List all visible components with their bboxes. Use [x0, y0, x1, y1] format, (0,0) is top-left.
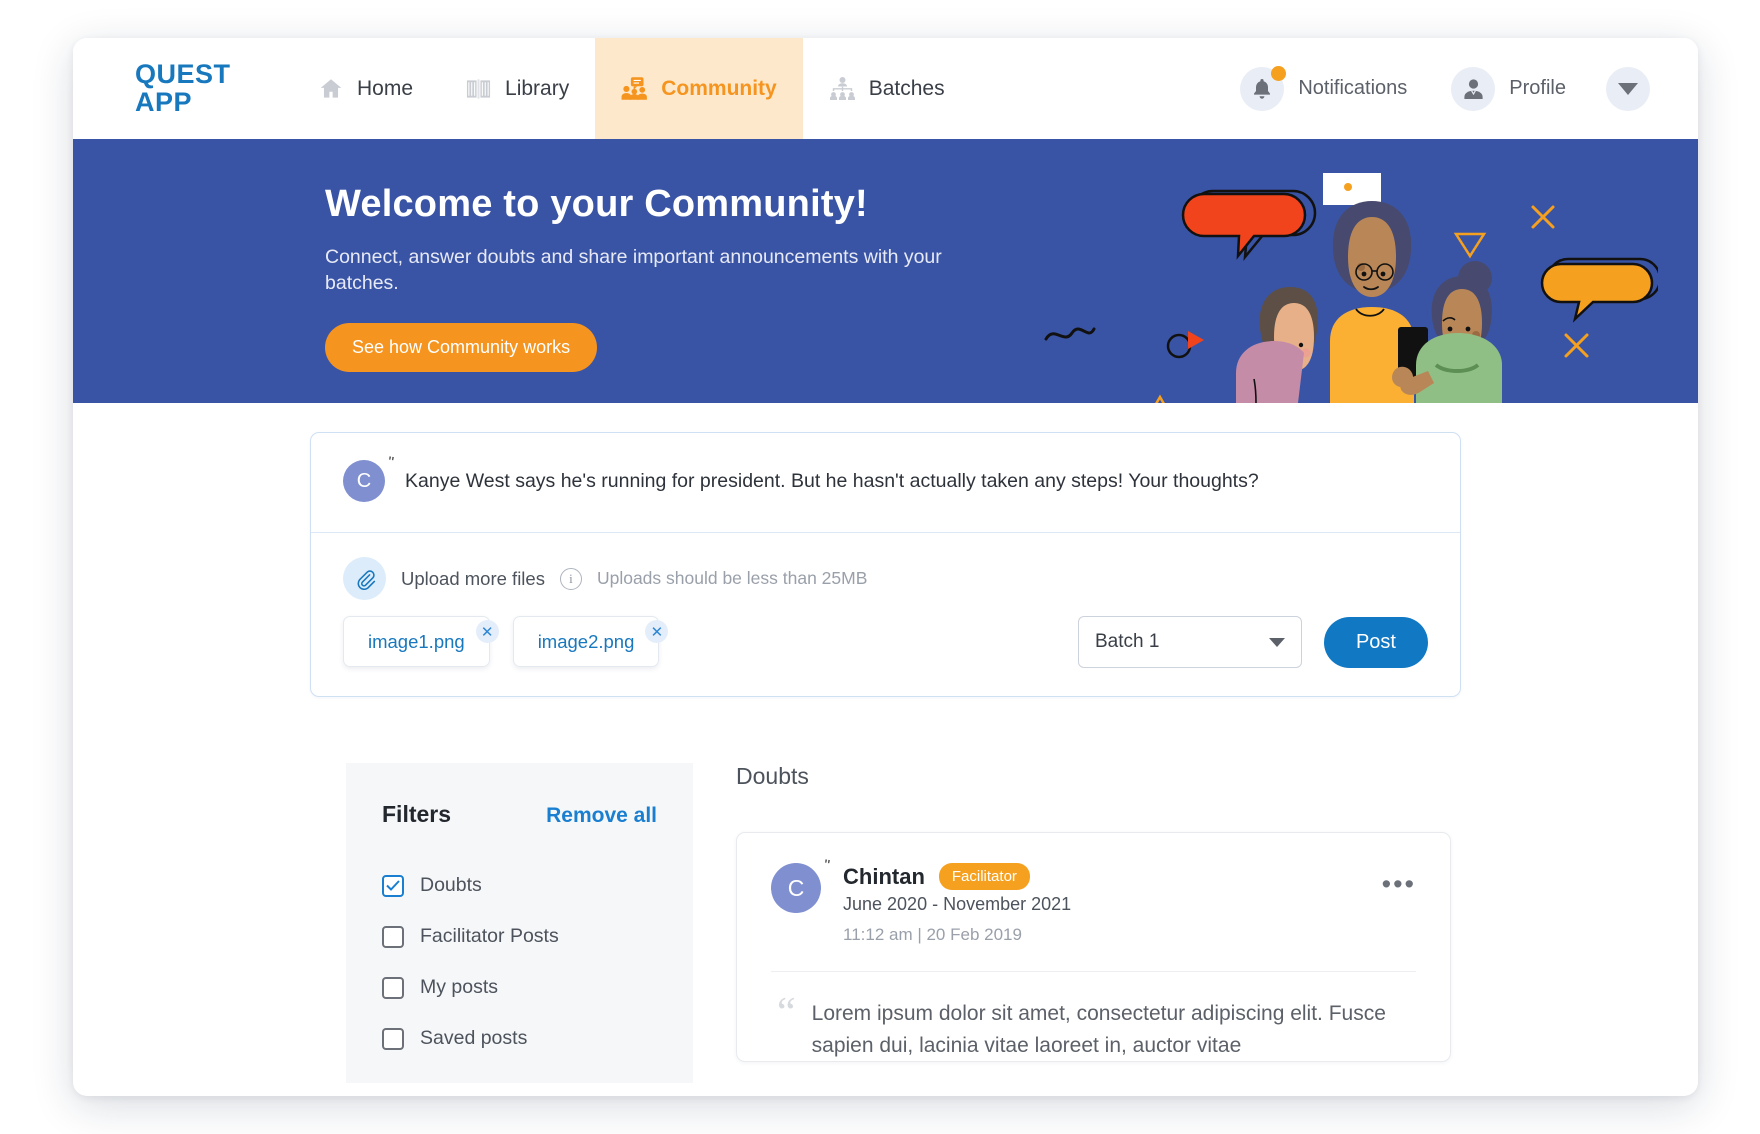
attachment-name: image2.png [512, 616, 660, 667]
chevron-down-icon [1268, 637, 1285, 647]
notifications-button[interactable]: Notifications [1218, 65, 1429, 111]
sparkle-icon: '' [823, 856, 832, 875]
checkbox-icon[interactable] [382, 976, 404, 999]
content-columns: Filters Remove all Doubts Facilitator Po… [73, 697, 1698, 1083]
primary-nav: Home Library Community Batches [291, 38, 971, 139]
post-author-block: Chintan Facilitator June 2020 - November… [843, 863, 1071, 945]
batch-select-value: Batch 1 [1094, 631, 1160, 652]
filter-label: Saved posts [420, 1027, 528, 1049]
filters-header: Filters Remove all [382, 801, 657, 828]
avatar-initial: C [771, 863, 821, 913]
attachment-name: image1.png [343, 616, 490, 667]
post-name-row: Chintan Facilitator [843, 863, 1071, 890]
filter-option-doubts[interactable]: Doubts [382, 860, 657, 911]
post-timestamp: 11:12 am | 20 Feb 2019 [843, 925, 1022, 944]
batch-select[interactable]: Batch 1 [1077, 616, 1302, 668]
profile-button[interactable]: Profile [1429, 66, 1588, 111]
filter-option-saved-posts[interactable]: Saved posts [382, 1013, 657, 1064]
upload-size-hint: Uploads should be less than 25MB [596, 568, 868, 588]
filters-title: Filters [382, 801, 452, 827]
remove-all-filters-button[interactable]: Remove all [546, 804, 657, 828]
post-author-name: Chintan [843, 863, 925, 889]
feed-column: Doubts C '' Chintan Facilitator June 202… [736, 763, 1698, 1083]
post-composer: C '' Kanye West says he's running for pr… [310, 432, 1461, 697]
profile-label: Profile [1509, 77, 1566, 99]
filter-option-facilitator-posts[interactable]: Facilitator Posts [382, 911, 657, 962]
brand-line-1: QUEST [135, 58, 231, 89]
post-overflow-menu-button[interactable]: ••• [1382, 863, 1416, 898]
checkbox-icon[interactable] [382, 925, 404, 948]
nav-item-library[interactable]: Library [439, 38, 595, 139]
nav-item-batches[interactable]: Batches [803, 38, 971, 139]
post-header: C '' Chintan Facilitator June 2020 - Nov… [771, 857, 1416, 945]
app-window: QUEST APP Home Library Community Batches… [73, 38, 1698, 1096]
nav-label-home: Home [357, 76, 414, 100]
close-icon[interactable]: ✕ [475, 620, 499, 643]
page-title: Welcome to your Community! [325, 183, 868, 225]
attachment-chip: image2.png ✕ [512, 616, 669, 667]
post-button[interactable]: Post [1323, 616, 1428, 668]
nav-label-batches: Batches [868, 76, 945, 100]
hero-banner: Welcome to your Community! Connect, answ… [73, 139, 1698, 403]
composer-submit-group: Batch 1 Post [1077, 616, 1428, 668]
avatar-initial: C [343, 460, 385, 502]
notification-badge [1271, 65, 1287, 81]
nav-right-cluster: Notifications Profile [1218, 38, 1698, 139]
composer-upload-row: Upload more files i Uploads should be le… [311, 533, 1460, 610]
close-icon[interactable]: ✕ [645, 620, 669, 643]
brand-line-2: APP [135, 86, 193, 117]
feed-section-title: Doubts [736, 763, 809, 789]
top-navigation-bar: QUEST APP Home Library Community Batches… [73, 38, 1698, 139]
chevron-down-icon [1618, 82, 1638, 95]
page-body: C '' Kanye West says he's running for pr… [73, 403, 1698, 1083]
filter-label: Facilitator Posts [420, 925, 559, 947]
notifications-label: Notifications [1298, 77, 1408, 99]
see-how-community-works-button[interactable]: See how Community works [325, 322, 598, 372]
profile-dropdown-button[interactable] [1606, 66, 1650, 111]
composer-input[interactable]: Kanye West says he's running for preside… [405, 470, 1259, 493]
nav-label-library: Library [505, 76, 570, 100]
nav-label-community: Community [661, 76, 777, 100]
community-icon [621, 75, 648, 102]
brand-logo[interactable]: QUEST APP [73, 38, 243, 139]
post-avatar: C '' [771, 857, 831, 913]
upload-more-files-label[interactable]: Upload more files [401, 568, 545, 590]
book-icon [465, 75, 492, 102]
attachment-chip: image1.png ✕ [343, 616, 499, 667]
checkbox-checked-icon[interactable] [382, 874, 404, 897]
nav-item-community[interactable]: Community [595, 38, 803, 139]
sparkle-icon: '' [387, 453, 396, 472]
composer-action-row: image1.png ✕ image2.png ✕ Batch 1 Post [311, 610, 1460, 696]
post-body: “ Lorem ipsum dolor sit amet, consectetu… [771, 972, 1416, 1061]
attachment-chip-list: image1.png ✕ image2.png ✕ [343, 616, 669, 667]
post-body-text: Lorem ipsum dolor sit amet, consectetur … [811, 1002, 1386, 1057]
filter-option-my-posts[interactable]: My posts [382, 962, 657, 1013]
composer-input-row[interactable]: C '' Kanye West says he's running for pr… [311, 433, 1460, 533]
hero-text-block: Welcome to your Community! Connect, answ… [325, 183, 965, 372]
filter-label: Doubts [420, 874, 482, 896]
post-date-range: June 2020 - November 2021 [843, 894, 1072, 914]
filter-label: My posts [420, 976, 499, 998]
checkbox-icon[interactable] [382, 1027, 404, 1050]
home-icon [317, 75, 344, 102]
bell-icon [1240, 65, 1287, 111]
quote-icon: “ [777, 990, 796, 1036]
nav-item-home[interactable]: Home [291, 38, 439, 139]
info-icon: i [559, 567, 582, 590]
composer-avatar: C '' [343, 454, 395, 502]
community-illustration [1038, 139, 1662, 403]
filter-options-list: Doubts Facilitator Posts My posts Saved … [382, 860, 657, 1064]
post-card: C '' Chintan Facilitator June 2020 - Nov… [736, 832, 1451, 1062]
org-chart-icon [829, 75, 856, 102]
hero-subtitle: Connect, answer doubts and share importa… [325, 246, 942, 295]
avatar [1451, 66, 1496, 111]
status-badge: Facilitator [938, 863, 1030, 890]
paperclip-icon[interactable] [343, 557, 386, 600]
filters-panel: Filters Remove all Doubts Facilitator Po… [346, 763, 693, 1083]
